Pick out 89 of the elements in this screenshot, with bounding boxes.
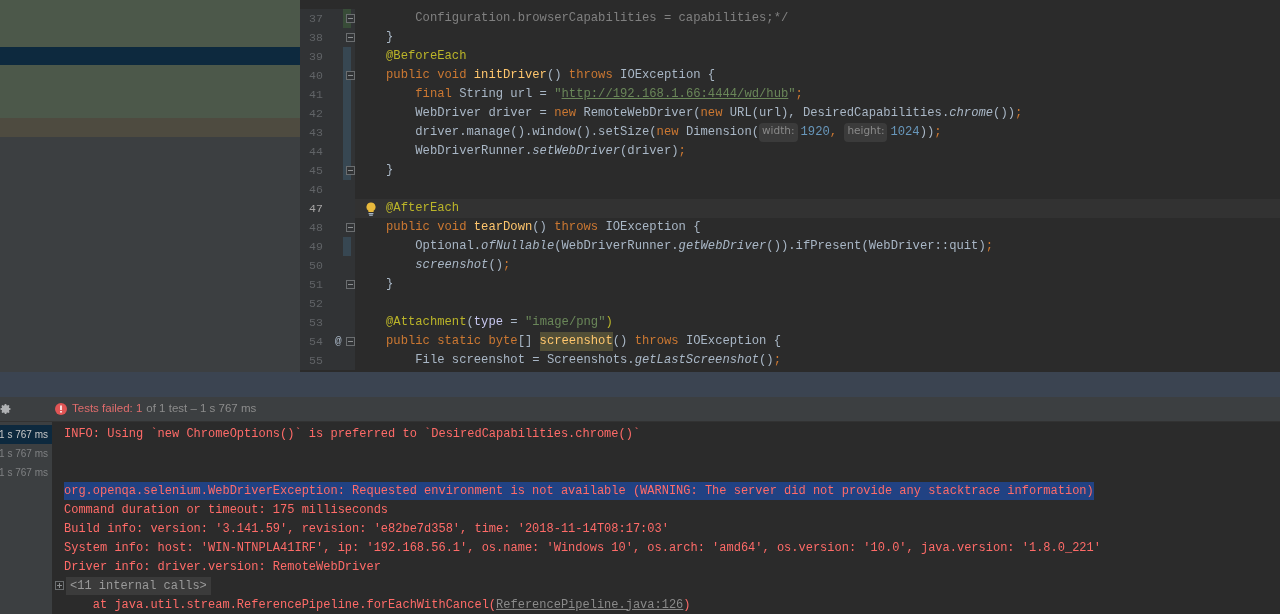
code-token: screenshot — [539, 332, 613, 351]
code-token: )) — [919, 124, 935, 142]
code-token: () — [532, 219, 548, 237]
code-token: new — [554, 105, 578, 123]
code-token: " — [554, 86, 562, 104]
code-token: getWebDriver — [678, 238, 767, 256]
test-duration[interactable]: 1 s 767 ms — [0, 463, 52, 482]
code-token: @Attachment — [386, 314, 467, 332]
code-token: ; — [773, 352, 781, 370]
code-token: RemoteWebDriver( — [583, 105, 701, 123]
code-token: (driver) — [620, 143, 679, 161]
code-token: ; — [985, 238, 994, 256]
console-line: Driver info: driver.version: RemoteWebDriver — [64, 558, 381, 576]
lightbulb-icon[interactable] — [365, 201, 376, 216]
code-token: IOException { — [685, 333, 781, 351]
stack-trace-text: at java.util.stream.ReferencePipeline.forEachWithCancel( — [91, 596, 497, 614]
code-token: @AfterEach — [386, 200, 460, 218]
code-token: ) — [605, 314, 613, 332]
code-token: ofNullable — [481, 238, 555, 256]
code-token: ()).ifPresent(WebDriver::quit) — [766, 238, 986, 256]
code-token: "image/png" — [525, 314, 606, 332]
tests-failed-label: Tests failed: 1 — [72, 401, 143, 417]
code-token: @BeforeEach — [386, 48, 467, 66]
console-line: Command duration or timeout: 175 milliseconds — [64, 501, 389, 519]
code-token: Optional. — [414, 238, 482, 256]
console-line: System info: host: 'WIN-NTNPLA41IRF', ip: '192.168.56.1', os.name: 'Windows 10', os.arch: 'amd64', os.version: '10.0', java.version: '1.8.0_221' — [64, 539, 1101, 557]
code-token: new — [700, 105, 724, 123]
code-token: throws — [568, 67, 614, 85]
settings-icon[interactable] — [0, 403, 12, 415]
code-token: WebDriverRunner. — [414, 143, 533, 161]
code-token: getLastScreenshot — [634, 352, 759, 370]
code-token: screenshot — [414, 257, 489, 275]
code-token: 1024 — [890, 124, 920, 142]
code-token: WebDriver driver = — [414, 105, 548, 123]
code-token: public void — [386, 67, 468, 85]
code-token: throws — [634, 333, 680, 351]
code-token: throws — [554, 219, 600, 237]
console-line: Build info: version: '3.141.59', revision: 'e82be7d358', time: '2018-11-14T08:17:03' — [64, 520, 669, 538]
test-summary: of 1 test – 1 s 767 ms — [146, 401, 257, 417]
code-token: 1920 — [800, 124, 830, 142]
code-token: ; — [795, 86, 803, 104]
code-token: () — [488, 257, 504, 275]
source-link[interactable]: ReferencePipeline.java:126 — [496, 595, 684, 614]
code-token: [] — [517, 333, 534, 351]
code-token: chrome — [949, 105, 994, 123]
url-link[interactable]: http://192.168.1.66:4444/wd/hub — [561, 85, 789, 104]
code-token: initDriver — [473, 67, 547, 85]
code-token: } — [386, 29, 394, 47]
console-line: INFO: Using `new ChromeOptions()` is preferred to `DesiredCapabilities.chrome()` — [64, 425, 641, 443]
code-token: ; — [678, 143, 686, 161]
code-token: = — [509, 314, 519, 332]
code-token: ()) — [993, 105, 1016, 123]
code-token: () — [546, 67, 563, 85]
override-marker: @ — [335, 334, 342, 350]
code-token: ( — [466, 314, 474, 332]
code-token: ; — [1015, 105, 1023, 123]
code-token: new — [656, 124, 680, 142]
code-token: " — [788, 86, 796, 104]
code-token: File screenshot = Screenshots. — [414, 352, 635, 370]
code-token: driver.manage().window().setSize( — [414, 124, 657, 142]
code-token: IOException { — [620, 67, 716, 85]
folded-calls[interactable]: <11 internal calls> — [66, 576, 211, 595]
parameter-hint: height: — [844, 123, 888, 142]
code-token: public static byte — [386, 333, 518, 351]
code-token: (WebDriverRunner. — [554, 238, 679, 256]
code-token: Configuration.browserCapabilities = capabilities;*/ — [414, 10, 789, 28]
code-token: } — [386, 276, 394, 294]
code-token: () — [759, 352, 774, 370]
error-icon — [55, 403, 67, 415]
code-token: setWebDriver — [532, 143, 621, 161]
code-token: URL(url), DesiredCapabilities. — [729, 105, 950, 123]
parameter-hint: width: — [759, 123, 798, 142]
stack-trace-text: ) — [683, 596, 691, 614]
code-token: String url = — [459, 86, 548, 104]
code-token: public void — [386, 219, 468, 237]
code-token: IOException { — [605, 219, 701, 237]
code-token: () — [612, 333, 629, 351]
code-token: } — [386, 162, 394, 180]
expand-icon[interactable] — [55, 581, 64, 590]
code-token: final — [414, 86, 453, 104]
code-token: Dimension( — [685, 124, 759, 142]
line-number: 47 — [309, 200, 324, 217]
test-duration[interactable]: 1 s 767 ms — [0, 425, 52, 444]
test-duration[interactable]: 1 s 767 ms — [0, 444, 52, 463]
code-token: type — [473, 314, 504, 332]
code-token: ; — [934, 124, 942, 142]
code-token: , — [829, 124, 839, 142]
code-token: tearDown — [473, 219, 533, 237]
code-token: ; — [503, 257, 511, 275]
